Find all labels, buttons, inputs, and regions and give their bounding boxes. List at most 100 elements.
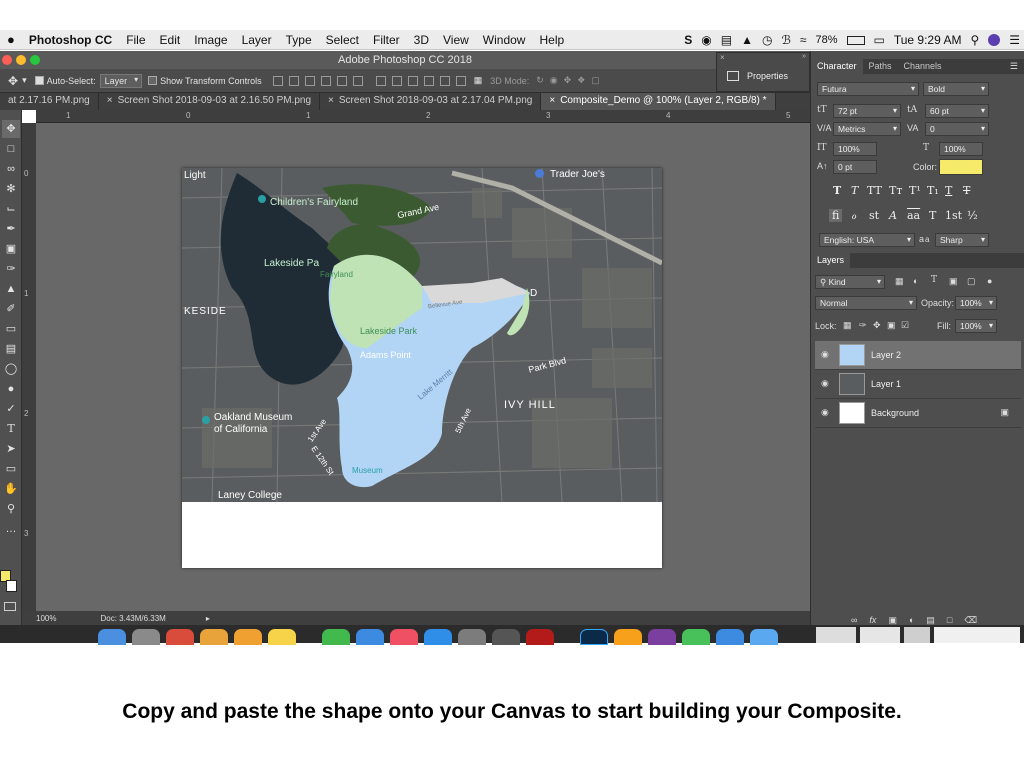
move-tool-icon[interactable]: ✥ [2, 120, 20, 138]
zoom-level[interactable]: 100% [36, 614, 56, 623]
close-icon[interactable]: × [549, 95, 555, 106]
battery-icon[interactable] [846, 35, 865, 45]
panel-menu-icon[interactable]: ☰ [1004, 59, 1024, 74]
underline-icon[interactable]: T [945, 184, 952, 197]
crop-tool-icon[interactable]: ⌙ [2, 200, 20, 218]
tab-doc-2[interactable]: × Screen Shot 2018-09-03 at 2.16.50 PM.pn… [99, 93, 321, 110]
filter-toggle-icon[interactable]: ● [987, 276, 992, 286]
tab-composite-demo[interactable]: × Composite_Demo @ 100% (Layer 2, RGB/8) … [541, 93, 776, 110]
align-vertical-center-icon[interactable] [288, 75, 299, 86]
hand-tool-icon[interactable]: ✋ [2, 480, 20, 498]
menu-select[interactable]: Select [319, 33, 366, 47]
eye-icon[interactable]: ◉ [821, 349, 829, 360]
history-brush-tool-icon[interactable]: ✐ [2, 300, 20, 318]
filter-pixel-icon[interactable]: ▦ [895, 276, 904, 287]
lock-all-icon[interactable]: ☑ [901, 320, 909, 331]
clock[interactable]: Tue 9:29 AM [894, 33, 962, 47]
lock-position-icon[interactable]: ✥ [873, 320, 881, 331]
lock-image-icon[interactable]: ✑ [859, 320, 867, 331]
minimize-window-button[interactable] [16, 55, 26, 65]
properties-button[interactable]: Properties [747, 71, 788, 81]
time-machine-icon[interactable]: ◷ [762, 33, 772, 47]
small-caps-icon[interactable]: Tт [889, 184, 902, 197]
titling-alternates-icon[interactable]: T [929, 209, 936, 222]
bluetooth-icon[interactable]: ℬ [781, 33, 790, 47]
strikethrough-icon[interactable]: T [963, 184, 970, 197]
faux-italic-icon[interactable]: T [851, 184, 858, 197]
eye-icon[interactable]: ◉ [821, 407, 829, 418]
distribute-hcenter-icon[interactable] [439, 75, 450, 86]
tor-dock-icon[interactable] [648, 629, 676, 645]
3d-roll-icon[interactable]: ◉ [550, 75, 558, 86]
menu-edit[interactable]: Edit [153, 33, 188, 47]
illustrator-dock-icon[interactable] [614, 629, 642, 645]
status-expand-icon[interactable]: ▸ [206, 614, 210, 623]
lock-artboard-icon[interactable]: ▣ [887, 320, 896, 331]
tab-character[interactable]: Character [811, 59, 863, 74]
tab-doc-3[interactable]: × Screen Shot 2018-09-03 at 2.17.04 PM.pn… [320, 93, 542, 110]
auto-select-dropdown[interactable]: Layer [99, 73, 143, 88]
eyedropper-tool-icon[interactable]: ✒ [2, 220, 20, 238]
messages-dock-icon[interactable] [682, 629, 710, 645]
script-icon[interactable]: S [684, 33, 692, 47]
siri-icon[interactable] [988, 34, 1001, 46]
font-style-select[interactable]: Bold [923, 82, 989, 96]
zoom-tool-icon[interactable]: ⚲ [2, 500, 20, 518]
launchpad-dock-icon[interactable] [132, 629, 160, 645]
distribute-left-icon[interactable] [423, 75, 434, 86]
blend-mode-select[interactable]: Normal [815, 296, 917, 310]
filter-type-icon[interactable]: T [931, 275, 937, 285]
tab-paths[interactable]: Paths [863, 59, 898, 74]
all-caps-icon[interactable]: TT [867, 184, 882, 197]
airplay-icon[interactable]: ▲ [741, 33, 753, 47]
app-menu[interactable]: Photoshop CC [22, 33, 119, 47]
align-left-icon[interactable] [320, 75, 331, 86]
more-tools-icon[interactable]: … [2, 520, 20, 538]
menu-window[interactable]: Window [476, 33, 533, 47]
menu-type[interactable]: Type [279, 33, 319, 47]
notes-dock-icon[interactable] [268, 629, 296, 645]
layer-row-background[interactable]: ◉ Background ▣ [815, 399, 1021, 428]
zoom-window-button[interactable] [30, 55, 40, 65]
opacity-field[interactable]: 100% [955, 296, 997, 310]
type-tool-icon[interactable]: T [2, 420, 20, 438]
dock-thumbnail[interactable] [816, 627, 856, 643]
horizontal-scale-field[interactable]: 100% [939, 142, 983, 156]
dock-thumbnail[interactable] [934, 627, 1020, 643]
distribute-bottom-icon[interactable] [407, 75, 418, 86]
properties-icon[interactable] [727, 71, 739, 81]
move-tool-icon[interactable]: ✥ [8, 74, 18, 88]
align-right-icon[interactable] [352, 75, 363, 86]
layer-row-layer-1[interactable]: ◉ Layer 1 [815, 370, 1021, 399]
3d-pan-icon[interactable]: ✥ [564, 75, 572, 86]
distribute-top-icon[interactable] [375, 75, 386, 86]
swash-icon[interactable]: A [889, 209, 897, 222]
3d-orbit-icon[interactable]: ↻ [536, 75, 544, 86]
menu-filter[interactable]: Filter [366, 33, 407, 47]
subscript-icon[interactable]: T₁ [927, 184, 939, 197]
align-bottom-icon[interactable] [304, 75, 315, 86]
menu-3d[interactable]: 3D [407, 33, 436, 47]
stylistic-alternates-icon[interactable]: aa [907, 209, 920, 222]
filter-adjustment-icon[interactable]: ◐ [913, 276, 918, 286]
eraser-tool-icon[interactable]: ▭ [2, 320, 20, 338]
notification-center-icon[interactable]: ☰ [1009, 33, 1020, 47]
faux-bold-icon[interactable]: T [833, 184, 841, 197]
auto-align-icon[interactable]: ▦ [474, 75, 483, 86]
close-icon[interactable]: × [107, 95, 113, 106]
acrobat-dock-icon[interactable] [526, 629, 554, 645]
tracking-field[interactable]: 0 [925, 122, 989, 136]
distribute-right-icon[interactable] [455, 75, 466, 86]
document-canvas[interactable]: Light Children's Fairyland Trader Joe's … [182, 168, 662, 568]
tab-doc-1[interactable]: at 2.17.16 PM.png [0, 93, 99, 110]
3d-slide-icon[interactable]: ❖ [577, 75, 585, 86]
pen-tool-icon[interactable]: ✓ [2, 400, 20, 418]
auto-select-checkbox[interactable] [34, 76, 44, 85]
properties-close-icon[interactable]: × [720, 53, 725, 62]
chrome-dock-icon[interactable] [166, 629, 194, 645]
properties-collapse-icon[interactable]: » [802, 53, 806, 60]
photoshop-dock-icon[interactable] [580, 629, 608, 645]
menu-view[interactable]: View [436, 33, 476, 47]
calculator-dock-icon[interactable] [492, 629, 520, 645]
search-icon[interactable]: ⚲ [970, 33, 979, 47]
